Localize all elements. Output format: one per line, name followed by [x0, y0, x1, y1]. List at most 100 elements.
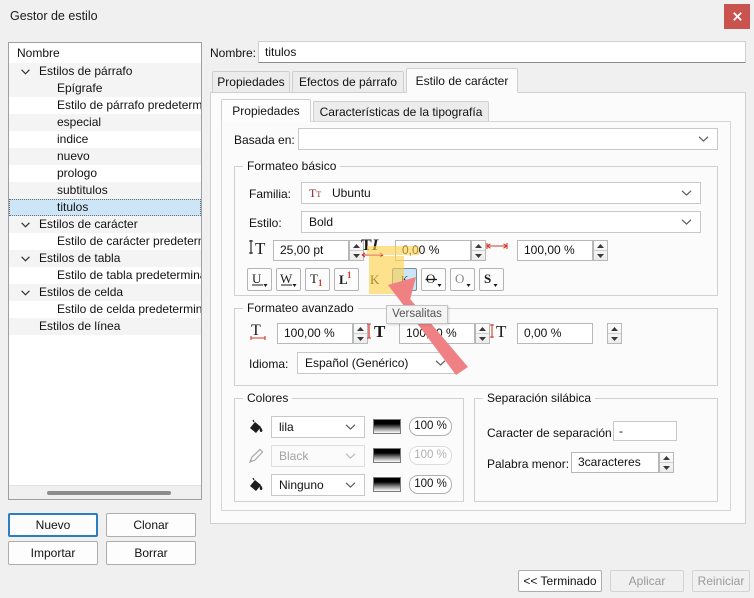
style-name-input[interactable]: titulos	[258, 41, 746, 63]
min-word-stepper[interactable]	[659, 452, 674, 473]
stepper-up-icon[interactable]	[660, 453, 673, 462]
tree-group-0[interactable]: Estilos de párrafo	[9, 63, 201, 80]
chevron-down-icon[interactable]	[19, 284, 31, 301]
strikethrough-button[interactable]: O	[421, 268, 446, 291]
close-icon[interactable]	[724, 4, 750, 29]
tree-item-7[interactable]: subtitulos	[9, 182, 201, 199]
done-button[interactable]: << Terminado	[518, 570, 602, 592]
name-label: Nombre:	[210, 46, 257, 60]
import-style-button[interactable]: Importar	[8, 541, 98, 565]
tree-item-label: Epígrafe	[57, 81, 103, 95]
inner-tab-strip[interactable]: Propiedades Características de la tipogr…	[221, 99, 737, 123]
chevron-down-icon[interactable]	[19, 250, 31, 267]
tree-item-label: Estilos de párrafo	[39, 64, 133, 78]
stepper-down-icon[interactable]	[608, 333, 621, 343]
background-color-select[interactable]: Ninguno	[271, 474, 365, 496]
tree-group-15[interactable]: Estilos de línea	[9, 318, 201, 335]
superscript-button[interactable]: L1	[334, 268, 359, 291]
outline-button[interactable]: O	[450, 268, 475, 291]
stepper-down-icon[interactable]	[476, 333, 489, 343]
shadow-button[interactable]: S	[479, 268, 504, 291]
tree-group-11[interactable]: Estilos de tabla	[9, 250, 201, 267]
chevron-down-icon	[698, 136, 709, 143]
inner-tab-caracteristicas[interactable]: Características de la tipografía	[313, 101, 489, 123]
subscript-button[interactable]: T1	[305, 268, 330, 291]
hyphen-char-input[interactable]: -	[613, 421, 677, 441]
stepper-down-icon[interactable]	[594, 250, 607, 260]
svg-text:1: 1	[347, 271, 352, 280]
style-editor-pane: Nombre: titulos Propiedades Efectos de p…	[210, 38, 746, 563]
fill-shade-swatch[interactable]	[373, 419, 401, 434]
based-on-select[interactable]	[298, 128, 718, 150]
advanced-formatting-title: Formateo avanzado	[243, 301, 358, 315]
stepper-up-icon[interactable]	[476, 324, 489, 333]
svg-text:T: T	[251, 322, 261, 339]
tab-propiedades[interactable]: Propiedades	[212, 71, 290, 93]
slant-input[interactable]: 0,00 %	[395, 240, 471, 261]
advanced-baseline-stepper[interactable]	[353, 323, 368, 344]
colors-title: Colores	[243, 391, 293, 405]
stepper-down-icon[interactable]	[354, 333, 367, 343]
tree-item-4[interactable]: indice	[9, 131, 201, 148]
outer-tab-strip[interactable]: Propiedades Efectos de párrafo Estilo de…	[210, 68, 746, 93]
style-tree-panel[interactable]: Nombre Estilos de párrafo Epígrafe Estilo …	[8, 42, 202, 500]
tree-item-5[interactable]: nuevo	[9, 148, 201, 165]
clone-style-button[interactable]: Clonar	[106, 513, 196, 537]
width-input[interactable]: 100,00 %	[517, 240, 593, 261]
advanced-width-stepper[interactable]	[475, 323, 490, 344]
horizontal-scale-icon	[485, 240, 509, 260]
font-family-select[interactable]: TT Ubuntu	[301, 182, 701, 204]
tree-item-1[interactable]: Epígrafe	[9, 80, 201, 97]
language-value: Español (Genérico)	[305, 356, 409, 370]
underline-button[interactable]: U	[247, 268, 272, 291]
tree-rows[interactable]: Estilos de párrafo Epígrafe Estilo de párr…	[9, 63, 201, 335]
stepper-down-icon[interactable]	[660, 462, 673, 472]
underline-words-button[interactable]: W	[276, 268, 301, 291]
tree-item-6[interactable]: prologo	[9, 165, 201, 182]
stroke-shade-swatch	[373, 448, 401, 463]
stepper-up-icon[interactable]	[594, 241, 607, 250]
svg-text:O: O	[426, 271, 435, 286]
tree-item-14[interactable]: Estilo de celda predeterminado	[9, 301, 201, 318]
stepper-up-icon[interactable]	[608, 324, 621, 333]
tree-group-9[interactable]: Estilos de carácter	[9, 216, 201, 233]
tab-estilo-caracter[interactable]: Estilo de carácter	[406, 68, 518, 93]
small-caps-button[interactable]: K	[392, 268, 417, 291]
advanced-height-stepper[interactable]	[607, 323, 622, 344]
advanced-baseline-input[interactable]: 100,00 %	[277, 323, 353, 344]
apply-button[interactable]: Aplicar	[610, 570, 684, 592]
kerning-button[interactable]: K	[363, 268, 388, 291]
svg-text:K: K	[370, 272, 380, 287]
fill-shade-value[interactable]: 100 %	[409, 417, 452, 436]
stepper-up-icon[interactable]	[354, 324, 367, 333]
background-shade-swatch[interactable]	[373, 477, 401, 492]
inner-tab-propiedades[interactable]: Propiedades	[221, 99, 311, 122]
language-select[interactable]: Español (Genérico)	[297, 352, 455, 374]
advanced-width-input[interactable]: 100,00 %	[399, 323, 475, 344]
background-shade-value[interactable]: 100 %	[409, 475, 452, 494]
tree-item-3[interactable]: especial	[9, 114, 201, 131]
stepper-up-icon[interactable]	[472, 241, 485, 250]
font-style-select[interactable]: Bold	[301, 211, 701, 233]
delete-style-button[interactable]: Borrar	[106, 541, 196, 565]
advanced-height-input[interactable]: 0,00 %	[517, 323, 593, 344]
new-style-button[interactable]: Nuevo	[8, 513, 98, 537]
tree-item-2[interactable]: Estilo de párrafo predeterminado	[9, 97, 201, 114]
chevron-down-icon[interactable]	[19, 63, 31, 80]
stepper-down-icon[interactable]	[472, 250, 485, 260]
min-word-input[interactable]: 3caracteres	[571, 452, 659, 473]
font-size-input[interactable]: 25,00 pt	[273, 240, 349, 261]
tree-item-10[interactable]: Estilo de carácter predeterminado	[9, 233, 201, 250]
tree-group-13[interactable]: Estilos de celda	[9, 284, 201, 301]
width-stepper[interactable]	[593, 240, 608, 261]
tree-item-8[interactable]: titulos	[9, 199, 201, 216]
tree-item-12[interactable]: Estilo de tabla predeterminado	[9, 267, 201, 284]
tab-efectos-parrafo[interactable]: Efectos de párrafo	[292, 71, 404, 93]
chevron-down-icon[interactable]	[19, 216, 31, 233]
tree-horizontal-scrollbar[interactable]	[9, 485, 201, 499]
fill-color-select[interactable]: lila	[271, 416, 365, 438]
slant-stepper[interactable]	[471, 240, 486, 261]
width-value: 100,00 %	[524, 243, 575, 257]
scrollbar-thumb[interactable]	[47, 491, 171, 495]
reset-button[interactable]: Reiniciar	[692, 570, 750, 592]
